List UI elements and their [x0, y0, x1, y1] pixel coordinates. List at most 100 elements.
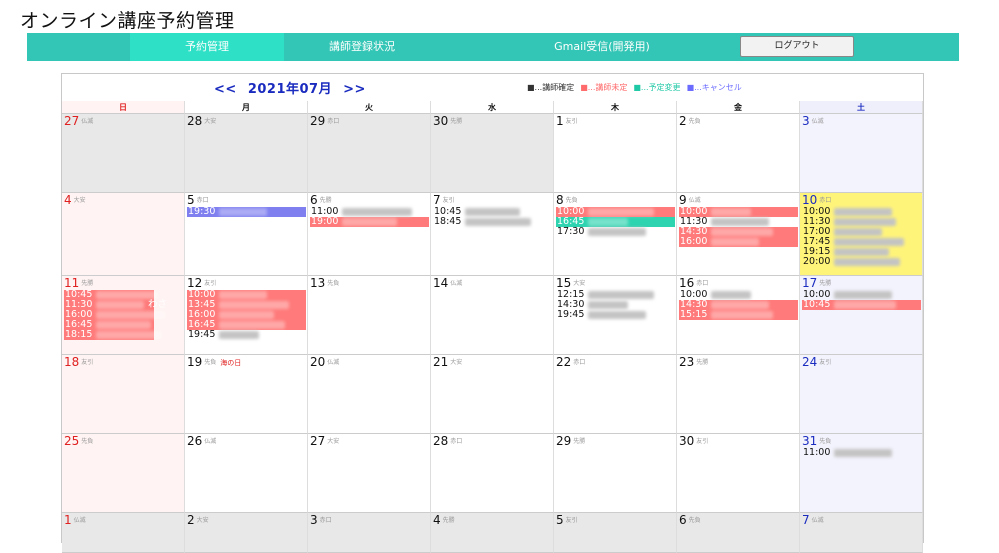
rokuyo-label: 先勝: [819, 279, 832, 287]
day-number: 1 仏滅: [64, 513, 86, 528]
reservation-entry[interactable]: 16:00: [679, 237, 798, 247]
calendar-day-cell[interactable]: 12 友引 10:00 13:45 16:00 16:45 19:45: [185, 276, 308, 355]
redacted-name: [588, 291, 654, 299]
reservation-entry[interactable]: 19:45: [187, 330, 306, 340]
calendar-day-cell[interactable]: 5 友引: [554, 513, 677, 553]
calendar-day-cell[interactable]: 20 仏滅: [308, 355, 431, 434]
calendar-day-cell[interactable]: 8 先負 10:00 16:45 17:30: [554, 193, 677, 276]
calendar: << 2021年07月 >> ■...講師確定 ■...講師未定 ■...予定変更 ■…: [61, 73, 924, 553]
calendar-day-cell[interactable]: 3 仏滅: [800, 114, 923, 193]
day-number-label: 5: [187, 193, 195, 207]
calendar-day-cell[interactable]: 5 赤口 19:30: [185, 193, 308, 276]
calendar-day-cell[interactable]: 28 赤口: [431, 434, 554, 513]
calendar-day-cell[interactable]: 19 先負 海の日: [185, 355, 308, 434]
calendar-day-cell[interactable]: 2 先負: [677, 114, 800, 193]
calendar-day-cell[interactable]: 22 赤口: [554, 355, 677, 434]
reservation-entry[interactable]: 19:45: [556, 310, 675, 320]
prev-month-button[interactable]: <<: [214, 82, 237, 97]
event-list: 11:00: [802, 448, 921, 458]
calendar-day-cell[interactable]: 14 仏滅: [431, 276, 554, 355]
calendar-day-cell[interactable]: 3 赤口: [308, 513, 431, 553]
rokuyo-label: 友引: [442, 196, 455, 204]
reservation-entry[interactable]: 15:15: [679, 310, 798, 320]
rokuyo-label: 仏滅: [73, 516, 86, 524]
day-number: 25 先負: [64, 434, 93, 449]
nav-instructor-registration[interactable]: 講師登録状況: [285, 33, 439, 61]
calendar-day-cell[interactable]: 29 先勝: [554, 434, 677, 513]
calendar-day-cell[interactable]: 18 友引: [62, 355, 185, 434]
rokuyo-label: 友引: [204, 279, 217, 287]
calendar-day-cell[interactable]: 31 先負 11:00: [800, 434, 923, 513]
reservation-entry[interactable]: 11:00: [802, 448, 921, 458]
calendar-day-cell[interactable]: 6 先勝 11:00 19:00: [308, 193, 431, 276]
reservation-entry[interactable]: 20:00: [802, 257, 921, 267]
rokuyo-label: 大安: [196, 516, 209, 524]
day-number: 19 先負 海の日: [187, 355, 241, 370]
next-month-button[interactable]: >>: [343, 82, 366, 97]
day-number: 28 大安: [187, 114, 216, 129]
calendar-day-cell[interactable]: 27 仏滅: [62, 114, 185, 193]
weekday-header: 水: [431, 101, 554, 114]
calendar-day-cell[interactable]: 21 大安: [431, 355, 554, 434]
rokuyo-label: 先勝: [450, 117, 463, 125]
weekday-header: 金: [677, 101, 800, 114]
nav-gmail-inbox[interactable]: Gmail受信(開発用): [517, 33, 687, 61]
calendar-day-cell[interactable]: 11 先勝 10:45 11:30 わさ 16:00 16:45 18:15: [62, 276, 185, 355]
day-number-label: 3: [802, 114, 810, 128]
rokuyo-label: 先勝: [319, 196, 332, 204]
calendar-day-cell[interactable]: 27 大安: [308, 434, 431, 513]
calendar-day-cell[interactable]: 28 大安: [185, 114, 308, 193]
calendar-day-cell[interactable]: 16 赤口 10:00 14:30 15:15: [677, 276, 800, 355]
reservation-entry[interactable]: 18:15: [64, 330, 162, 340]
calendar-day-cell[interactable]: 9 仏滅 10:00 11:30 14:30 16:00: [677, 193, 800, 276]
day-number: 4 先勝: [433, 513, 455, 528]
day-number: 30 友引: [679, 434, 708, 449]
rokuyo-label: 大安: [327, 437, 340, 445]
day-number-label: 14: [433, 276, 449, 290]
calendar-day-cell[interactable]: 24 友引: [800, 355, 923, 434]
rokuyo-label: 仏滅: [811, 117, 824, 125]
day-number: 5 友引: [556, 513, 578, 528]
calendar-day-cell[interactable]: 13 先負: [308, 276, 431, 355]
calendar-day-cell[interactable]: 17 先勝 10:00 10:45: [800, 276, 923, 355]
calendar-day-cell[interactable]: 7 友引 10:45 18:45: [431, 193, 554, 276]
calendar-day-cell[interactable]: 30 先勝: [431, 114, 554, 193]
redacted-name: [342, 208, 412, 216]
calendar-day-cell[interactable]: 6 先負: [677, 513, 800, 553]
event-list: 10:00 13:45 16:00 16:45 19:45: [187, 290, 306, 340]
redacted-name: [96, 331, 162, 339]
calendar-day-cell[interactable]: 26 仏滅: [185, 434, 308, 513]
nav-reservation-management[interactable]: 予約管理: [130, 33, 284, 61]
reservation-time: 15:15: [680, 309, 708, 320]
calendar-day-cell[interactable]: 15 大安 12:15 14:30 19:45: [554, 276, 677, 355]
day-number-label: 2: [187, 513, 195, 527]
calendar-day-cell[interactable]: 1 友引: [554, 114, 677, 193]
calendar-day-cell[interactable]: 29 赤口: [308, 114, 431, 193]
day-number-label: 20: [310, 355, 326, 369]
calendar-day-cell[interactable]: 4 先勝: [431, 513, 554, 553]
day-number-label: 9: [679, 193, 687, 207]
reservation-entry[interactable]: 10:45: [802, 300, 921, 310]
calendar-day-cell[interactable]: 4 大安: [62, 193, 185, 276]
day-number-label: 30: [679, 434, 695, 448]
rokuyo-label: 大安: [573, 279, 586, 287]
calendar-day-cell[interactable]: 23 先勝: [677, 355, 800, 434]
calendar-day-cell[interactable]: 30 友引: [677, 434, 800, 513]
reservation-entry[interactable]: 19:30: [187, 207, 306, 217]
calendar-day-cell[interactable]: 25 先負: [62, 434, 185, 513]
reservation-entry[interactable]: 18:45: [433, 217, 552, 227]
redacted-name: [834, 218, 896, 226]
calendar-day-cell[interactable]: 10 赤口 10:00 11:30 17:00 17:45 19:15 20:00: [800, 193, 923, 276]
reservation-entry[interactable]: 17:30: [556, 227, 675, 237]
calendar-day-cell[interactable]: 2 大安: [185, 513, 308, 553]
calendar-day-cell[interactable]: 1 仏滅: [62, 513, 185, 553]
day-number-label: 3: [310, 513, 318, 527]
calendar-day-cell[interactable]: 7 仏滅: [800, 513, 923, 553]
redacted-name: [219, 311, 274, 319]
day-number-label: 24: [802, 355, 818, 369]
reservation-entry[interactable]: 19:00: [310, 217, 429, 227]
rokuyo-label: 仏滅: [450, 279, 463, 287]
rokuyo-label: 先勝: [573, 437, 586, 445]
logout-button[interactable]: ログアウト: [740, 36, 854, 57]
redacted-name: [219, 291, 267, 299]
